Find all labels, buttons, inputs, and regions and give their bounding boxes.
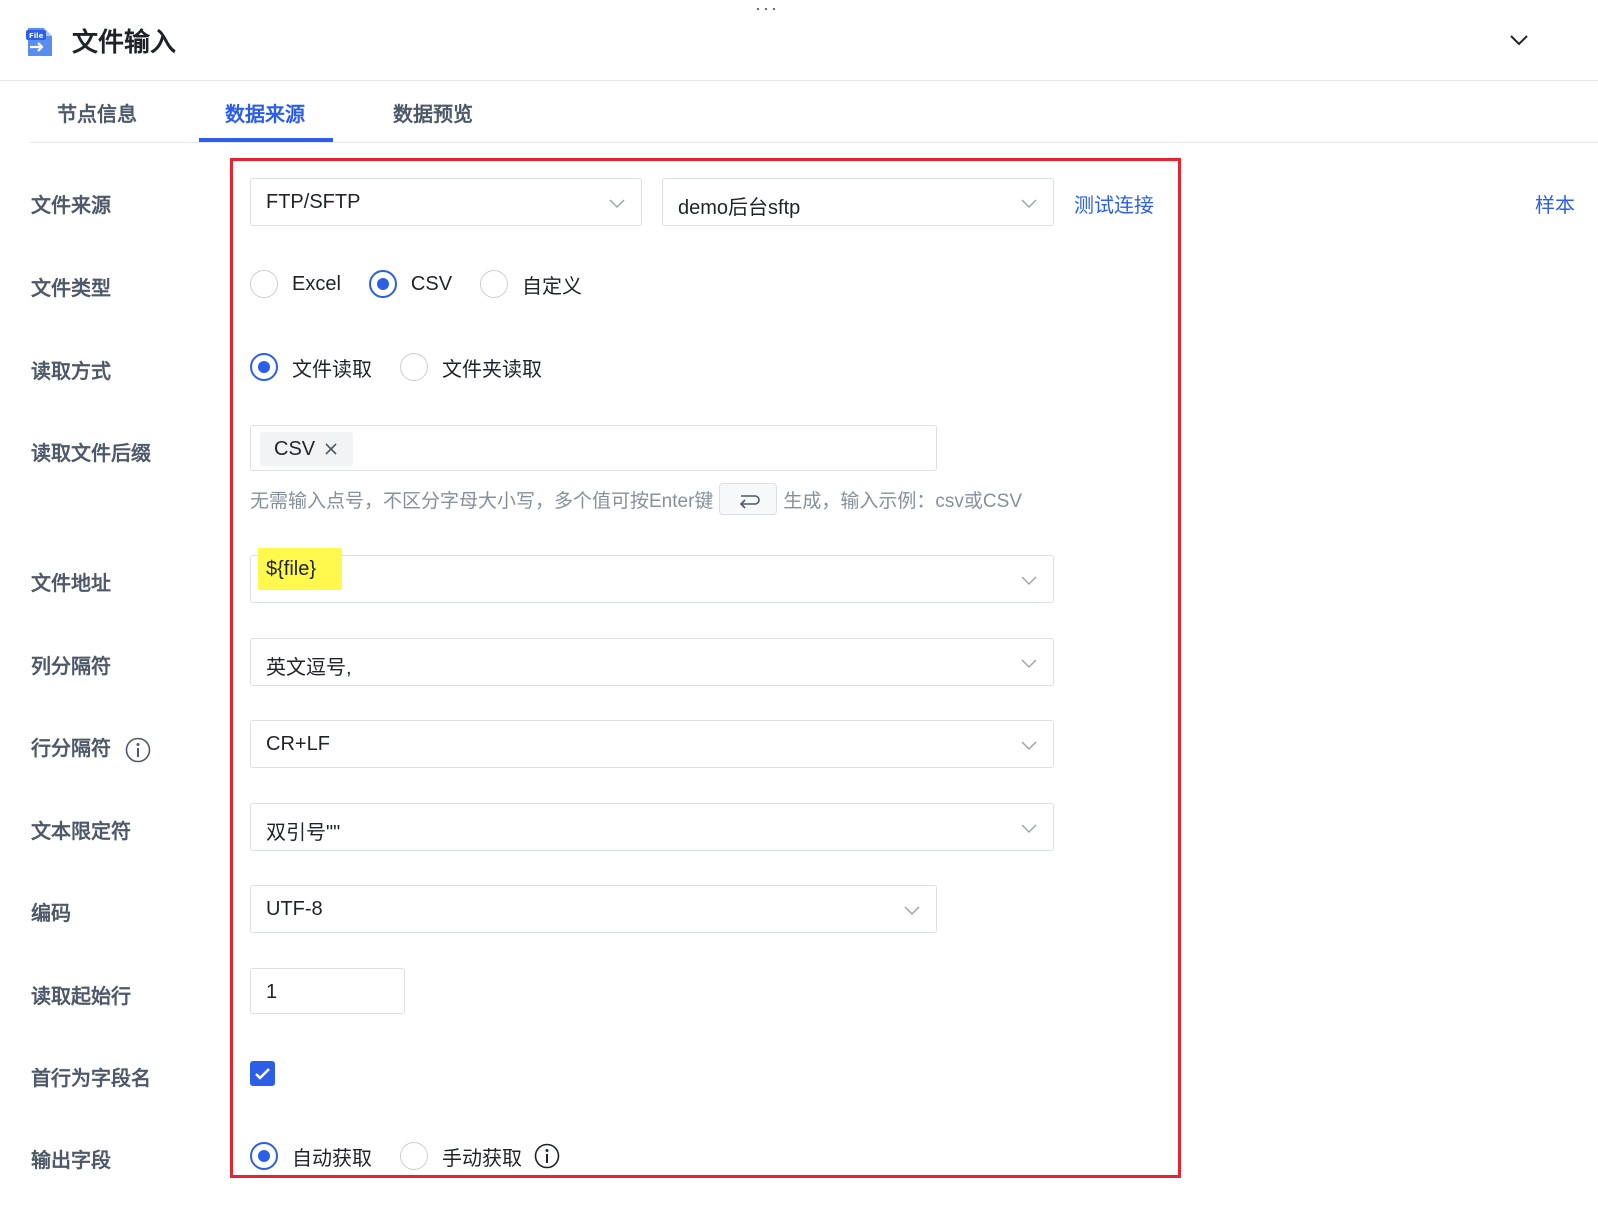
col-sep-value: 英文逗号, [266,657,352,679]
tab-node-info[interactable]: 节点信息 [57,98,137,127]
file-type-label: 文件类型 [31,278,111,300]
radio-csv[interactable]: CSV [368,270,453,298]
connection-select[interactable]: demo后台sftp [662,178,1054,226]
text-qualifier-select[interactable]: 双引号"" [250,803,1054,851]
encoding-label: 编码 [31,903,71,925]
start-row-label: 读取起始行 [31,986,131,1008]
chevron-down-icon [904,906,920,916]
file-type-radio-group: Excel CSV 自定义 [250,269,610,299]
radio-label: 自定义 [522,275,583,298]
start-row-input[interactable]: 1 [250,968,405,1014]
radio-custom[interactable]: 自定义 [480,270,582,299]
suffix-hint-after: 生成，输入示例：csv或CSV [783,490,1022,512]
chevron-down-icon [1021,824,1037,834]
chevron-down-icon [1021,576,1037,586]
radio-manual-fetch[interactable]: 手动获取 [400,1142,522,1171]
radio-circle [480,270,509,298]
close-icon[interactable] [323,441,339,457]
radio-folder-read[interactable]: 文件夹读取 [400,353,542,382]
check-icon [255,1068,270,1080]
page-title: 文件输入 [72,27,177,57]
output-fields-label: 输出字段 [31,1150,111,1172]
chevron-down-icon [609,199,625,209]
radio-circle-selected [250,1142,278,1170]
row-sep-select[interactable]: CR+LF [250,720,1054,768]
enter-key-icon [719,483,778,515]
chevron-down-icon [1021,199,1037,209]
radio-circle [400,353,428,381]
test-connection-link[interactable]: 测试连接 [1074,189,1154,218]
read-mode-radio-group: 文件读取 文件夹读取 [250,352,570,382]
connection-value: demo后台sftp [678,197,801,219]
row-sep-label: 行分隔符 [31,738,111,760]
text-qualifier-label: 文本限定符 [31,821,131,843]
sample-link[interactable]: 样本 [1535,189,1575,218]
suffix-tag: CSV [260,432,354,466]
file-path-select[interactable]: ${file} [250,548,1054,603]
radio-circle [400,1142,428,1170]
row-sep-value: CR+LF [266,733,330,755]
file-input-icon: File [26,28,52,56]
col-sep-select[interactable]: 英文逗号, [250,638,1054,686]
suffix-tag-input[interactable]: CSV [250,425,937,471]
radio-label: 文件读取 [292,358,372,381]
text-qualifier-value: 双引号"" [266,822,341,844]
radio-label: CSV [410,272,453,295]
col-sep-label: 列分隔符 [31,656,111,678]
encoding-select[interactable]: UTF-8 [250,885,937,933]
encoding-value: UTF-8 [266,898,323,920]
suffix-label: 读取文件后缀 [31,443,151,465]
radio-label: Excel [292,272,341,295]
header-row-label: 首行为字段名 [31,1068,151,1090]
tab-bar: 节点信息 数据来源 数据预览 [30,82,1598,143]
radio-label: 手动获取 [442,1147,522,1170]
file-icon-badge: File [29,32,44,40]
header-row-checkbox[interactable] [250,1061,275,1086]
radio-circle-selected [368,270,397,298]
radio-circle [250,270,278,298]
start-row-value: 1 [266,981,278,1003]
file-path-value-wrap: ${file} [258,548,343,590]
node-header: File 文件输入 [0,0,1598,81]
chevron-down-icon [1021,659,1037,669]
output-fields-radio-group: 自动获取 手动获取 [250,1141,560,1171]
chevron-down-icon[interactable] [1505,26,1533,54]
radio-auto-fetch[interactable]: 自动获取 [250,1142,372,1171]
radio-label: 文件夹读取 [442,358,542,381]
suffix-tag-text: CSV [274,437,316,460]
info-icon[interactable] [125,737,151,763]
radio-circle-selected [250,353,278,381]
read-mode-label: 读取方式 [31,361,111,383]
suffix-hint: 无需输入点号，不区分字母大小写，多个值可按Enter键 生成，输入示例：csv或… [250,483,1022,515]
file-path-value: ${file} [258,548,343,590]
suffix-hint-before: 无需输入点号，不区分字母大小写，多个值可按Enter键 [250,490,714,512]
file-source-type-value: FTP/SFTP [266,191,361,213]
row-sep-label-wrap: 行分隔符 [31,732,151,763]
chevron-down-icon [1021,741,1037,751]
tab-data-source[interactable]: 数据来源 [225,98,305,127]
radio-label: 自动获取 [292,1147,372,1170]
info-icon[interactable] [534,1143,560,1169]
radio-file-read[interactable]: 文件读取 [250,353,372,382]
tab-data-preview[interactable]: 数据预览 [393,98,473,127]
file-source-label: 文件来源 [31,195,111,217]
file-path-label: 文件地址 [31,573,111,595]
radio-excel[interactable]: Excel [250,270,341,298]
active-tab-indicator [199,138,333,142]
file-source-type-select[interactable]: FTP/SFTP [250,178,642,226]
